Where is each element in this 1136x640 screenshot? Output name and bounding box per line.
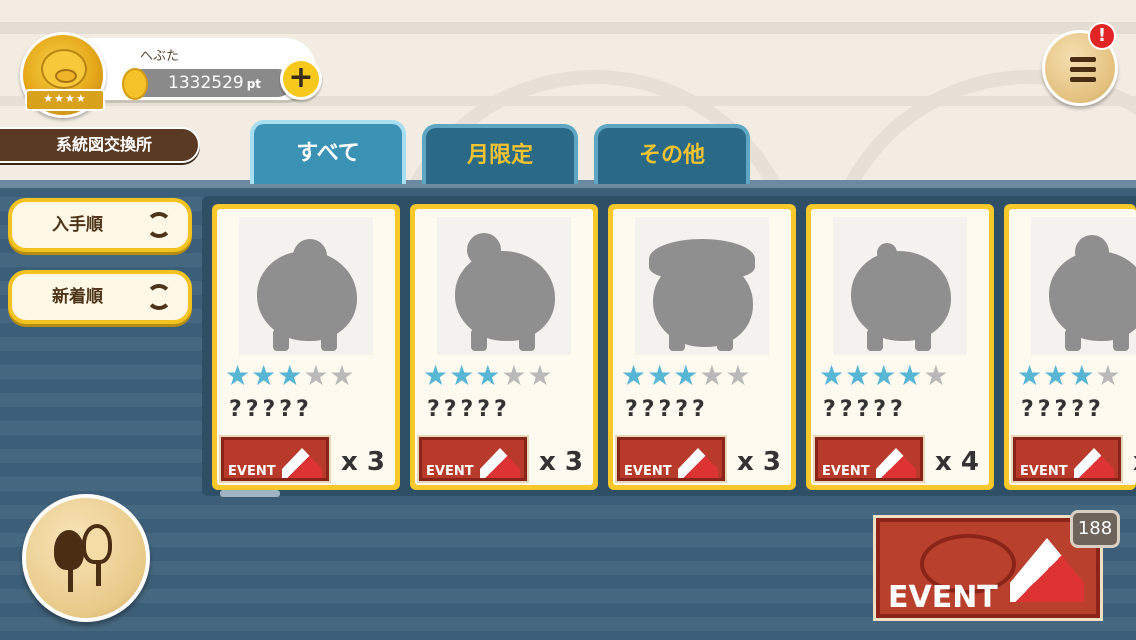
notification-alert-badge: ! [1088, 22, 1116, 50]
silhouette-leg [669, 329, 685, 351]
shop-title: 系統図交換所 [0, 127, 200, 163]
horizontal-scrollbar[interactable] [220, 490, 280, 497]
card-name: ????? [823, 397, 907, 422]
card[interactable]: ★★★★★ ????? EVENT x 3 [410, 204, 598, 490]
points-value: 1332529 [168, 73, 244, 93]
circus-tent-icon [1010, 538, 1084, 602]
card-name: ????? [1021, 397, 1105, 422]
card-name: ????? [229, 397, 313, 422]
sort-button-label: 入手順 [52, 215, 103, 235]
cycle-arrows-icon [146, 212, 172, 238]
hamburger-menu-icon [1070, 57, 1096, 62]
silhouette-leg [915, 329, 931, 351]
rarity-stars: ★★★★★ [423, 359, 554, 392]
event-ticket-count-badge: 188 [1070, 510, 1120, 548]
cycle-arrows-icon [146, 284, 172, 310]
pig-snout-icon [55, 69, 77, 83]
tree-trunk [96, 562, 101, 586]
card-silhouette-image [1031, 217, 1136, 355]
circus-tent-icon [678, 448, 718, 478]
hamburger-menu-icon [1070, 77, 1096, 82]
event-tag: EVENT [219, 435, 331, 483]
username-label: へぶた [140, 49, 180, 64]
event-label: EVENT [426, 464, 474, 479]
avatar[interactable]: ★★★★ [20, 32, 106, 118]
card-inner: ★★★★★ ????? EVENT x 3 [613, 209, 791, 485]
event-label: EVENT [624, 464, 672, 479]
card-count: x 3 [737, 447, 781, 477]
add-points-button[interactable]: + [280, 58, 322, 100]
tab-all[interactable]: すべて [250, 120, 406, 184]
card-silhouette-image [635, 217, 769, 355]
rarity-stars: ★★★★ [1017, 359, 1122, 392]
points-display: 1332529 pt [128, 69, 292, 97]
plus-icon: + [288, 60, 314, 95]
card-inner: ★★★★★ ????? EVENT x 3 [217, 209, 395, 485]
circus-tent-icon [1074, 448, 1114, 478]
event-tag: EVENT [615, 435, 727, 483]
card-silhouette-image [437, 217, 571, 355]
event-tag: EVENT [1011, 435, 1123, 483]
card-name: ????? [427, 397, 511, 422]
sort-acquired-button[interactable]: 入手順 [8, 198, 192, 252]
silhouette-body [455, 251, 555, 341]
card-inner: ★★★★★ ????? EVENT x 4 [811, 209, 989, 485]
tab-other[interactable]: その他 [594, 124, 750, 184]
tree-trunk [68, 568, 73, 592]
silhouette-head [877, 243, 897, 263]
silhouette-head [293, 239, 327, 273]
event-label: EVENT [822, 464, 870, 479]
card-inner: ★★★★ ????? EVENT x [1009, 209, 1136, 485]
rarity-stars: ★★★★★ [225, 359, 356, 392]
card-count: x 3 [341, 447, 385, 477]
tab-monthly[interactable]: 月限定 [422, 124, 578, 184]
circus-tent-icon [282, 448, 322, 478]
trees-icon [54, 530, 84, 570]
card-silhouette-image [833, 217, 967, 355]
event-tag: EVENT [417, 435, 529, 483]
silhouette-leg [471, 329, 487, 351]
coin-icon [122, 68, 148, 100]
circus-tent-icon [480, 448, 520, 478]
card-count: x 3 [539, 447, 583, 477]
silhouette-head [1075, 235, 1109, 269]
trees-icon [82, 524, 112, 564]
silhouette-leg [1113, 329, 1129, 351]
family-tree-button[interactable] [22, 494, 150, 622]
card-inner: ★★★★★ ????? EVENT x 3 [415, 209, 593, 485]
card-silhouette-image [239, 217, 373, 355]
silhouette-leg [1065, 329, 1081, 351]
wall-rail [0, 22, 1136, 34]
silhouette-leg [519, 329, 535, 351]
event-tag: EVENT [813, 435, 925, 483]
profile-panel: ★★★★ へぶた 1332529 pt + [16, 32, 322, 118]
silhouette-body [851, 251, 951, 341]
card[interactable]: ★★★★★ ????? EVENT x 4 [806, 204, 994, 490]
silhouette-leg [867, 329, 883, 351]
card[interactable]: ★★★★★ ????? EVENT x 3 [212, 204, 400, 490]
event-ticket-button[interactable]: EVENT [873, 515, 1103, 621]
rarity-stars: ★★★★★ [819, 359, 950, 392]
rank-ribbon: ★★★★ [25, 89, 105, 111]
silhouette-leg [321, 329, 337, 351]
event-ticket-label: EVENT [888, 580, 998, 615]
silhouette-head [649, 239, 755, 279]
silhouette-leg [717, 329, 733, 351]
sort-newest-button[interactable]: 新着順 [8, 270, 192, 324]
sort-button-label: 新着順 [52, 287, 103, 307]
silhouette-leg [273, 329, 289, 351]
card[interactable]: ★★★★ ????? EVENT x [1004, 204, 1136, 490]
card[interactable]: ★★★★★ ????? EVENT x 3 [608, 204, 796, 490]
points-unit: pt [246, 77, 262, 91]
silhouette-head [467, 233, 501, 267]
card-name: ????? [625, 397, 709, 422]
event-label: EVENT [228, 464, 276, 479]
event-label: EVENT [1020, 464, 1068, 479]
rarity-stars: ★★★★★ [621, 359, 752, 392]
card-count: x 4 [935, 447, 979, 477]
hamburger-menu-icon [1070, 67, 1096, 72]
circus-tent-icon [876, 448, 916, 478]
